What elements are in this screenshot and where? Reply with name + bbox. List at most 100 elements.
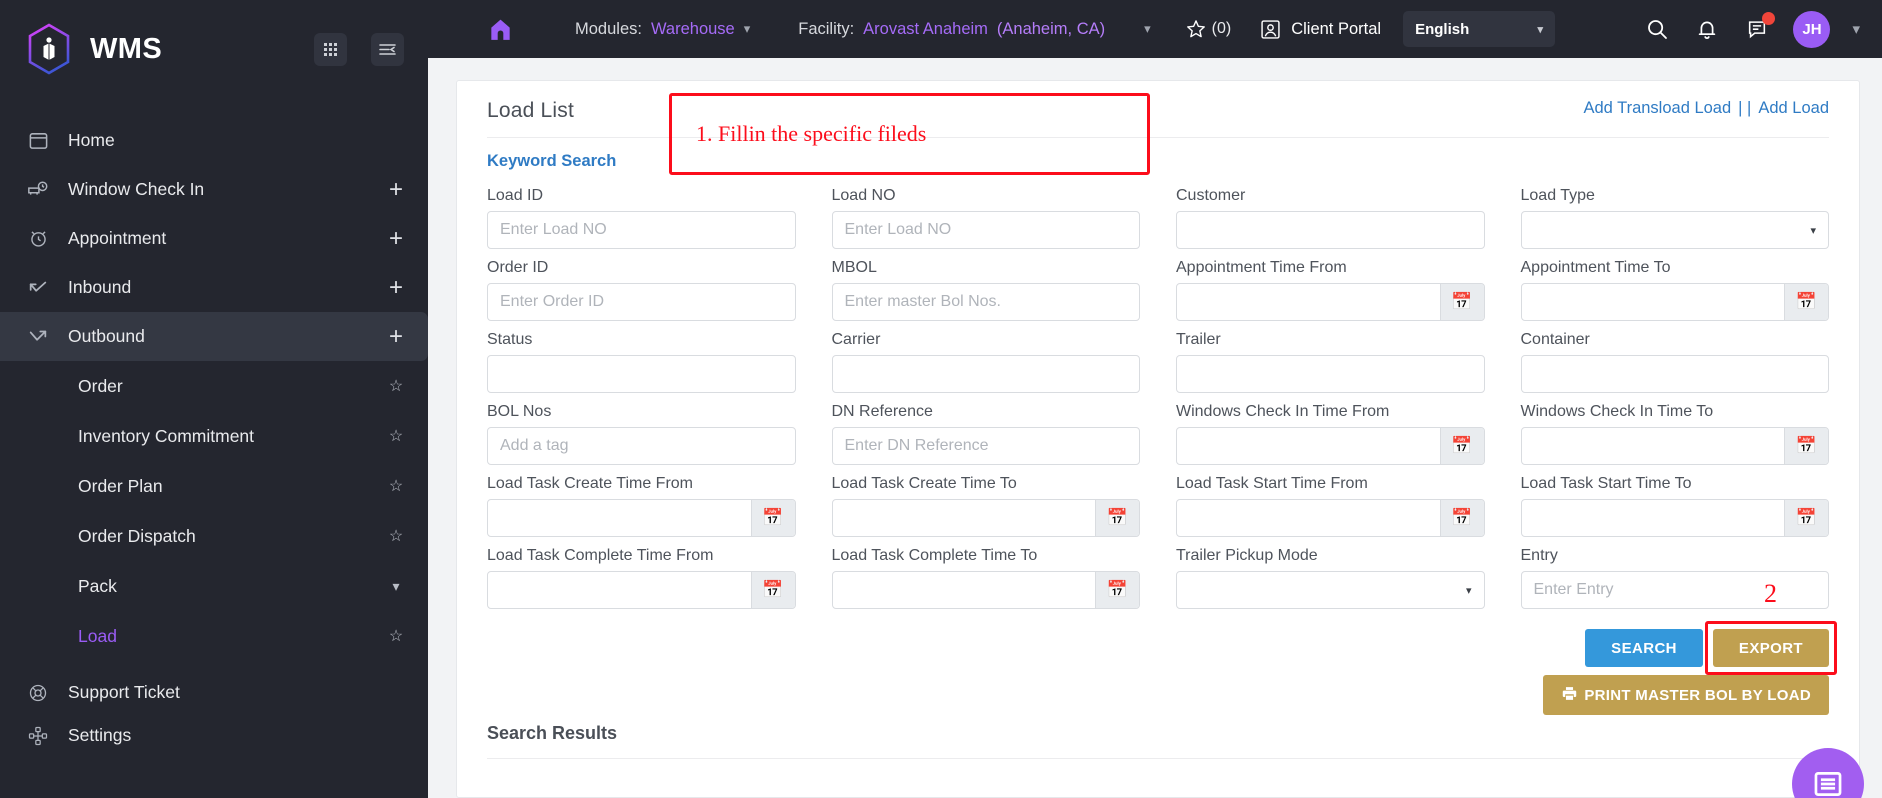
sidebar-subitem-pack[interactable]: Pack ▾ — [0, 561, 428, 611]
field-container: Container — [1520, 331, 1829, 403]
windows-check-in-time-to-input[interactable]: 📅 — [1520, 427, 1829, 465]
sidebar-item-plus[interactable]: + — [386, 226, 406, 251]
load-task-create-time-to-input[interactable]: 📅 — [831, 499, 1140, 537]
message-icon[interactable] — [1743, 12, 1776, 43]
placeholder: Enter Order ID — [500, 293, 605, 310]
calendar-icon[interactable]: 📅 — [1095, 500, 1139, 536]
carrier-input[interactable] — [831, 355, 1140, 393]
facility-label: Facility: — [798, 19, 855, 38]
calendar-icon[interactable]: 📅 — [750, 500, 795, 536]
grid-apps-icon[interactable] — [314, 32, 347, 66]
chevron-down-icon[interactable]: ▾ — [1852, 20, 1860, 38]
appointment-time-from-input[interactable]: 📅 — [1176, 283, 1485, 321]
calendar-icon[interactable]: 📅 — [1439, 428, 1484, 464]
placeholder: Enter Load NO — [500, 221, 607, 238]
load-task-start-time-to-input[interactable]: 📅 — [1520, 499, 1829, 537]
modules-selector[interactable]: Modules: Warehouse ▾ — [575, 20, 750, 39]
sidebar-subitem-order[interactable]: Order ☆ — [0, 361, 428, 411]
add-load-link[interactable]: Add Load — [1758, 99, 1829, 118]
sidebar-item-support-ticket[interactable]: Support Ticket — [0, 671, 428, 714]
home-icon[interactable] — [488, 17, 513, 42]
sidebar-item-appointment[interactable]: Appointment + — [0, 214, 428, 263]
star-icon[interactable]: ☆ — [386, 476, 406, 496]
field-load-task-create-time-to: Load Task Create Time To 📅 — [831, 475, 1140, 547]
sidebar-item-home[interactable]: Home — [0, 116, 428, 165]
sidebar-item-inbound[interactable]: Inbound + — [0, 263, 428, 312]
language-select[interactable]: English ▾ — [1403, 11, 1556, 47]
container-input[interactable] — [1520, 355, 1829, 393]
chevron-down-icon[interactable]: ▾ — [744, 21, 751, 37]
notification-bell-icon[interactable] — [1693, 15, 1721, 43]
load-task-complete-time-to-input[interactable]: 📅 — [831, 571, 1140, 609]
sidebar-subitem-order-dispatch[interactable]: Order Dispatch ☆ — [0, 511, 428, 561]
sidebar-subitem-label: Pack — [78, 575, 117, 596]
field-label: Load Task Start Time To — [1520, 475, 1692, 492]
load-type-select[interactable]: ▾ — [1520, 211, 1829, 249]
language-value: English — [1415, 20, 1470, 38]
field-appointment-time-from: Appointment Time From 📅 — [1176, 259, 1485, 331]
customer-input[interactable] — [1176, 211, 1485, 249]
print-master-bol-button[interactable]: PRINT MASTER BOL BY LOAD — [1543, 675, 1829, 715]
field-label: Load ID — [487, 187, 544, 204]
topbar-icons: JH ▾ — [1643, 10, 1860, 48]
order-id-input[interactable]: Enter Order ID — [487, 283, 796, 321]
calendar-icon[interactable]: 📅 — [750, 572, 795, 608]
collapse-sidebar-icon[interactable] — [371, 32, 404, 66]
sidebar-item-label: Appointment — [68, 228, 167, 248]
status-input[interactable] — [487, 355, 796, 393]
brand-title: WMS — [90, 32, 163, 65]
topbar: Modules: Warehouse ▾ Facility: Arovast A… — [428, 0, 1882, 58]
sidebar-item-plus[interactable]: + — [386, 177, 406, 202]
client-portal-button[interactable]: Client Portal — [1259, 18, 1381, 41]
sidebar-subitem-inventory-commitment[interactable]: Inventory Commitment ☆ — [0, 411, 428, 461]
sidebar-item-settings[interactable]: Settings — [0, 714, 428, 757]
chevron-down-icon[interactable]: ▾ — [386, 578, 406, 595]
field-appointment-time-to: Appointment Time To 📅 — [1520, 259, 1829, 331]
field-mbol: MBOL Enter master Bol Nos. — [831, 259, 1140, 331]
sidebar-item-window-check-in[interactable]: Window Check In + — [0, 165, 428, 214]
export-button[interactable]: EXPORT — [1712, 629, 1829, 667]
printer-icon — [1561, 685, 1578, 706]
sidebar-subitem-label: Inventory Commitment — [78, 425, 255, 446]
trailer-input[interactable] — [1176, 355, 1485, 393]
load-task-complete-time-from-input[interactable]: 📅 — [487, 571, 796, 609]
sidebar-item-plus[interactable]: + — [386, 324, 406, 349]
chevron-down-icon: ▾ — [1465, 584, 1472, 597]
load-no-input[interactable]: Enter Load NO — [831, 211, 1140, 249]
trailer-pickup-mode-select[interactable]: ▾ — [1176, 571, 1485, 609]
chevron-down-icon: ▾ — [1810, 224, 1816, 237]
bol-nos-input[interactable]: Add a tag — [487, 427, 796, 465]
sidebar-item-plus[interactable]: + — [386, 275, 406, 300]
lifebuoy-icon — [26, 681, 50, 705]
avatar[interactable]: JH — [1793, 10, 1831, 48]
calendar-icon[interactable]: 📅 — [1439, 284, 1484, 320]
search-button[interactable]: SEARCH — [1585, 629, 1703, 667]
entry-input[interactable]: Enter Entry — [1520, 571, 1829, 609]
star-icon[interactable]: ☆ — [386, 526, 406, 546]
calendar-icon[interactable]: 📅 — [1784, 500, 1828, 536]
star-icon[interactable]: ☆ — [386, 426, 406, 446]
windows-check-in-time-from-input[interactable]: 📅 — [1176, 427, 1485, 465]
sidebar-subitem-order-plan[interactable]: Order Plan ☆ — [0, 461, 428, 511]
mbol-input[interactable]: Enter master Bol Nos. — [831, 283, 1140, 321]
calendar-icon[interactable]: 📅 — [1095, 572, 1139, 608]
appointment-time-to-input[interactable]: 📅 — [1520, 283, 1829, 321]
star-icon[interactable]: ☆ — [386, 626, 406, 646]
add-transload-load-link[interactable]: Add Transload Load — [1583, 99, 1731, 118]
sidebar-subitem-load[interactable]: Load ☆ — [0, 611, 428, 661]
chevron-down-icon[interactable]: ▾ — [1144, 21, 1151, 37]
star-icon[interactable]: ☆ — [386, 376, 406, 396]
dn-reference-input[interactable]: Enter DN Reference — [831, 427, 1140, 465]
field-label: Load NO — [831, 187, 896, 204]
sidebar-item-outbound[interactable]: Outbound + — [0, 312, 428, 361]
calendar-icon[interactable]: 📅 — [1784, 284, 1828, 320]
load-task-create-time-from-input[interactable]: 📅 — [487, 499, 796, 537]
load-task-start-time-from-input[interactable]: 📅 — [1176, 499, 1485, 537]
calendar-icon[interactable]: 📅 — [1784, 428, 1828, 464]
load-id-input[interactable]: Enter Load NO — [487, 211, 796, 249]
favorites-button[interactable]: (0) — [1185, 18, 1231, 40]
calendar-icon[interactable]: 📅 — [1439, 500, 1484, 536]
facility-selector[interactable]: Facility: Arovast Anaheim (Anaheim, CA) … — [798, 20, 1150, 39]
field-load-id: Load ID Enter Load NO — [487, 187, 796, 259]
search-icon[interactable] — [1643, 15, 1671, 43]
